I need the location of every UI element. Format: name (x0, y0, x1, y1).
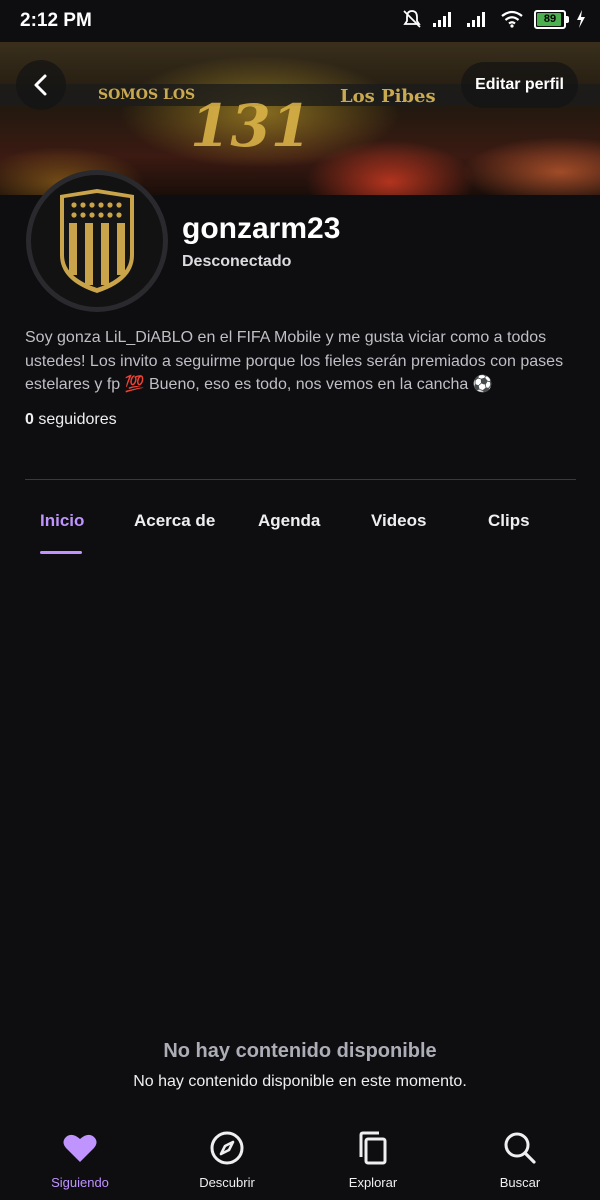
banner-text-mid: 131 (190, 92, 312, 160)
username: gonzarm23 (182, 212, 341, 245)
compass-icon (210, 1131, 244, 1165)
tab-inicio[interactable]: Inicio (40, 511, 84, 531)
nav-explorar[interactable]: Explorar (318, 1128, 428, 1190)
nav-descubrir[interactable]: Descubrir (172, 1128, 282, 1190)
status-time: 2:12 PM (20, 10, 92, 31)
nav-descubrir-label: Descubrir (199, 1175, 255, 1190)
browse-icon (359, 1131, 387, 1165)
bottom-nav: Siguiendo Descubrir Explorar Buscar (0, 1118, 600, 1200)
nav-siguiendo-label: Siguiendo (51, 1175, 109, 1190)
heart-icon (63, 1134, 97, 1162)
profile-bio: Soy gonza LiL_DiABLO en el FIFA Mobile y… (25, 329, 564, 393)
profile-tabs: Inicio Acerca de Agenda Videos Clips (0, 500, 600, 560)
divider (25, 479, 576, 480)
online-status: Desconectado (182, 253, 292, 270)
banner-text-left: SOMOS LOS (98, 87, 196, 103)
empty-state-title: No hay contenido disponible (163, 1040, 437, 1062)
signal-roaming-icon (467, 12, 485, 27)
nav-siguiendo[interactable]: Siguiendo (25, 1128, 135, 1190)
followers-label: seguidores (38, 411, 117, 428)
nav-buscar-label: Buscar (499, 1175, 541, 1190)
status-icons: 89 (402, 9, 586, 29)
banner-text-right: Los Pibes (340, 86, 436, 107)
club-crest-icon (60, 189, 134, 293)
edit-profile-button[interactable]: Editar perfil (461, 62, 578, 108)
tab-clips[interactable]: Clips (488, 511, 530, 531)
nav-buscar[interactable]: Buscar (465, 1128, 575, 1190)
followers-number: 0 (25, 411, 34, 428)
empty-state-subtitle: No hay contenido disponible en este mome… (133, 1073, 467, 1090)
nav-explorar-label: Explorar (348, 1175, 398, 1190)
charging-icon (577, 10, 585, 28)
avatar[interactable] (26, 170, 168, 312)
battery-level: 89 (543, 12, 557, 25)
signal-icon (433, 12, 451, 27)
tab-videos[interactable]: Videos (371, 511, 426, 531)
wifi-icon (501, 10, 523, 28)
followers-count[interactable]: 0 seguidores (25, 411, 117, 429)
mute-bell-icon (403, 10, 421, 28)
search-icon (504, 1132, 536, 1164)
tab-acerca-de[interactable]: Acerca de (134, 511, 215, 531)
active-tab-indicator (40, 551, 82, 554)
chevron-left-icon (34, 74, 47, 96)
battery-icon: 89 (534, 9, 569, 29)
back-button[interactable] (16, 60, 66, 110)
tab-agenda[interactable]: Agenda (258, 511, 320, 531)
status-bar: 2:12 PM 89 (0, 0, 600, 42)
